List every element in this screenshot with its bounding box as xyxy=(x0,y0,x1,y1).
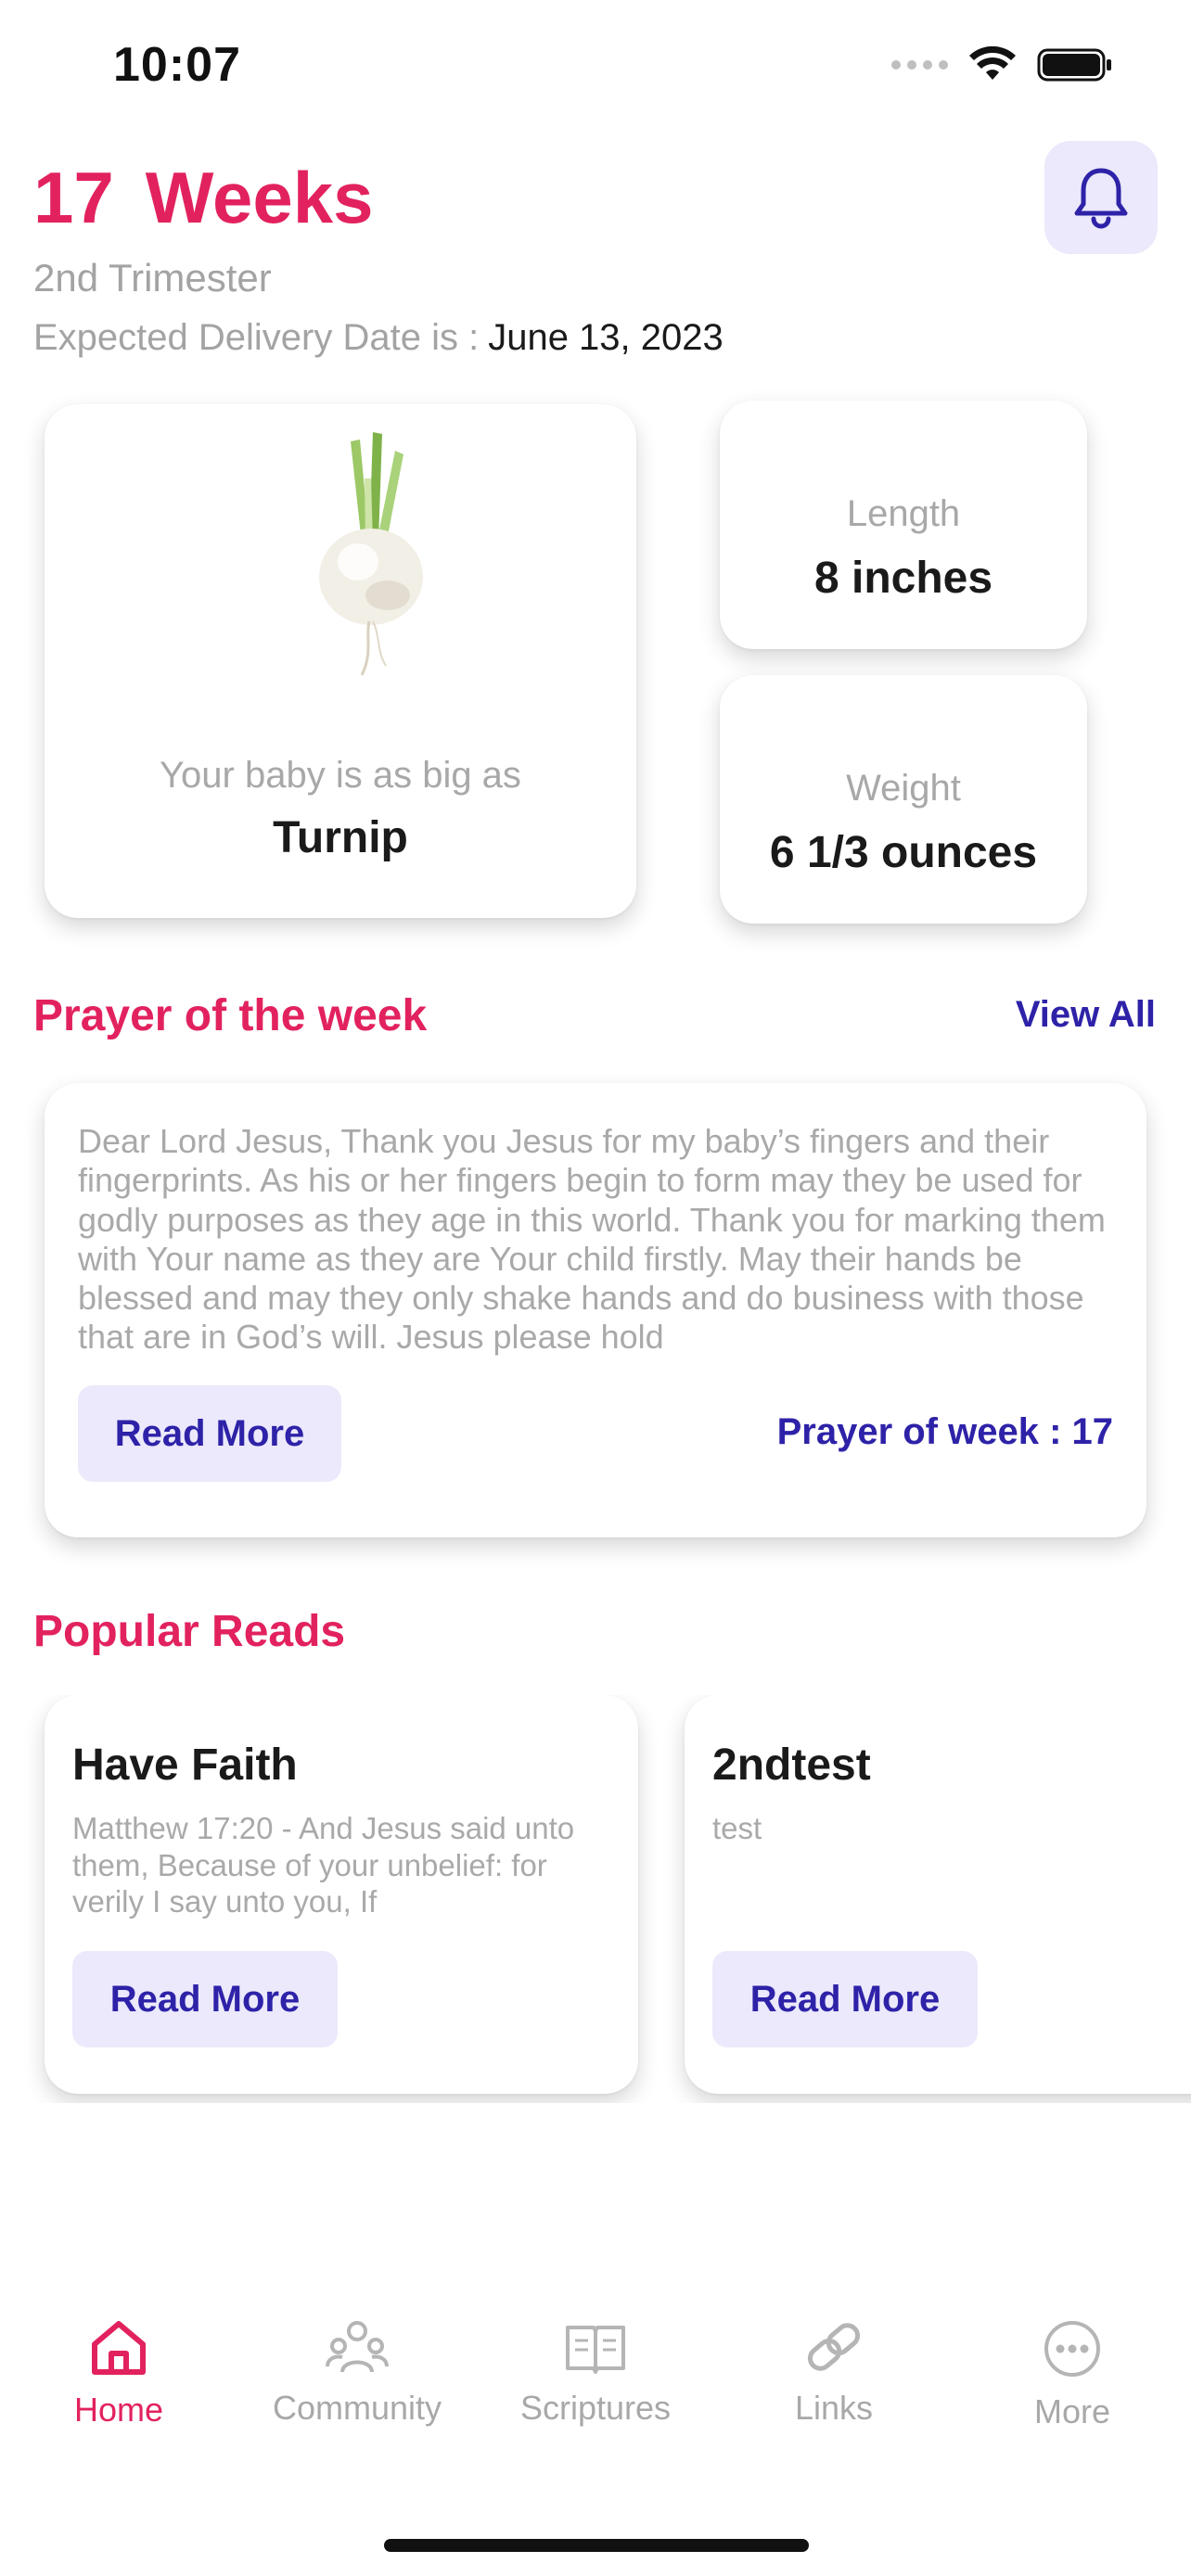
book-icon xyxy=(566,2326,625,2374)
bell-icon xyxy=(1074,168,1128,229)
popular-reads-title: Popular Reads xyxy=(33,1607,346,1656)
status-icons xyxy=(891,46,1113,83)
nav-label-home: Home xyxy=(73,2391,164,2429)
link-icon xyxy=(807,2323,861,2371)
delivery-date-row: Expected Delivery Date is : June 13, 2023 xyxy=(33,317,724,359)
nav-item-more[interactable]: More xyxy=(954,2318,1191,2431)
nav-label-scriptures: Scriptures xyxy=(519,2389,672,2427)
delivery-date-label: Expected Delivery Date is : xyxy=(33,317,480,358)
delivery-date-value: June 13, 2023 xyxy=(488,317,724,358)
prayer-week-label: Prayer of week : 17 xyxy=(776,1411,1113,1452)
status-bar: 10:07 xyxy=(0,0,1191,139)
cellular-signal-icon xyxy=(891,60,948,70)
read-card[interactable]: 2ndtest test Read More xyxy=(685,1695,1191,2094)
nav-item-home[interactable]: Home xyxy=(0,2318,237,2429)
read-card-body: test xyxy=(712,1811,762,1845)
trimester-label: 2nd Trimester xyxy=(33,256,272,300)
view-all-link[interactable]: View All xyxy=(1016,994,1156,1036)
baby-size-value: Turnip xyxy=(273,813,408,862)
weeks-label: Weeks xyxy=(145,157,374,238)
read-card-read-more-button[interactable]: Read More xyxy=(712,1951,978,2047)
turnip-image xyxy=(319,432,423,676)
wifi-icon xyxy=(969,46,1016,80)
status-time: 10:07 xyxy=(113,38,241,92)
weight-value: 6 1/3 ounces xyxy=(769,828,1038,877)
home-icon xyxy=(92,2321,146,2375)
home-indicator[interactable] xyxy=(384,2539,809,2552)
weeks-title: 17 Weeks xyxy=(33,156,374,240)
nav-item-scriptures[interactable]: Scriptures xyxy=(477,2318,714,2428)
nav-label-links: Links xyxy=(794,2389,874,2427)
nav-label-community: Community xyxy=(272,2389,442,2427)
baby-size-card: Your baby is as big as Turnip xyxy=(45,404,636,918)
prayer-text: Dear Lord Jesus, Thank you Jesus for my … xyxy=(78,1122,1106,1357)
prayer-section-title: Prayer of the week xyxy=(33,991,428,1040)
baby-size-label: Your baby is as big as xyxy=(160,755,521,796)
weight-label: Weight xyxy=(846,768,961,809)
length-card: Length 8 inches xyxy=(720,401,1087,649)
battery-icon xyxy=(1037,48,1111,82)
community-icon xyxy=(326,2321,389,2373)
length-label: Length xyxy=(846,493,961,534)
popular-reads-carousel[interactable]: Have Faith Matthew 17:20 - And Jesus sai… xyxy=(0,1695,1191,2103)
read-card-read-more-button[interactable]: Read More xyxy=(72,1951,338,2047)
read-card-title: Have Faith xyxy=(72,1741,298,1790)
weight-card: Weight 6 1/3 ounces xyxy=(720,675,1087,924)
notifications-button[interactable] xyxy=(1044,141,1158,254)
nav-item-community[interactable]: Community xyxy=(238,2318,476,2428)
nav-item-links[interactable]: Links xyxy=(715,2318,953,2428)
read-card-body: Matthew 17:20 - And Jesus said unto them… xyxy=(72,1811,575,1919)
prayer-read-more-button[interactable]: Read More xyxy=(78,1385,341,1482)
prayer-card: Dear Lord Jesus, Thank you Jesus for my … xyxy=(45,1083,1146,1537)
bottom-nav: Home Community Scriptures Links More xyxy=(0,2318,1191,2485)
read-card[interactable]: Have Faith Matthew 17:20 - And Jesus sai… xyxy=(45,1695,638,2094)
nav-label-more: More xyxy=(1033,2392,1111,2430)
read-card-title: 2ndtest xyxy=(712,1741,871,1790)
length-value: 8 inches xyxy=(813,554,993,603)
more-icon xyxy=(1044,2321,1100,2377)
weeks-number: 17 xyxy=(33,157,114,238)
